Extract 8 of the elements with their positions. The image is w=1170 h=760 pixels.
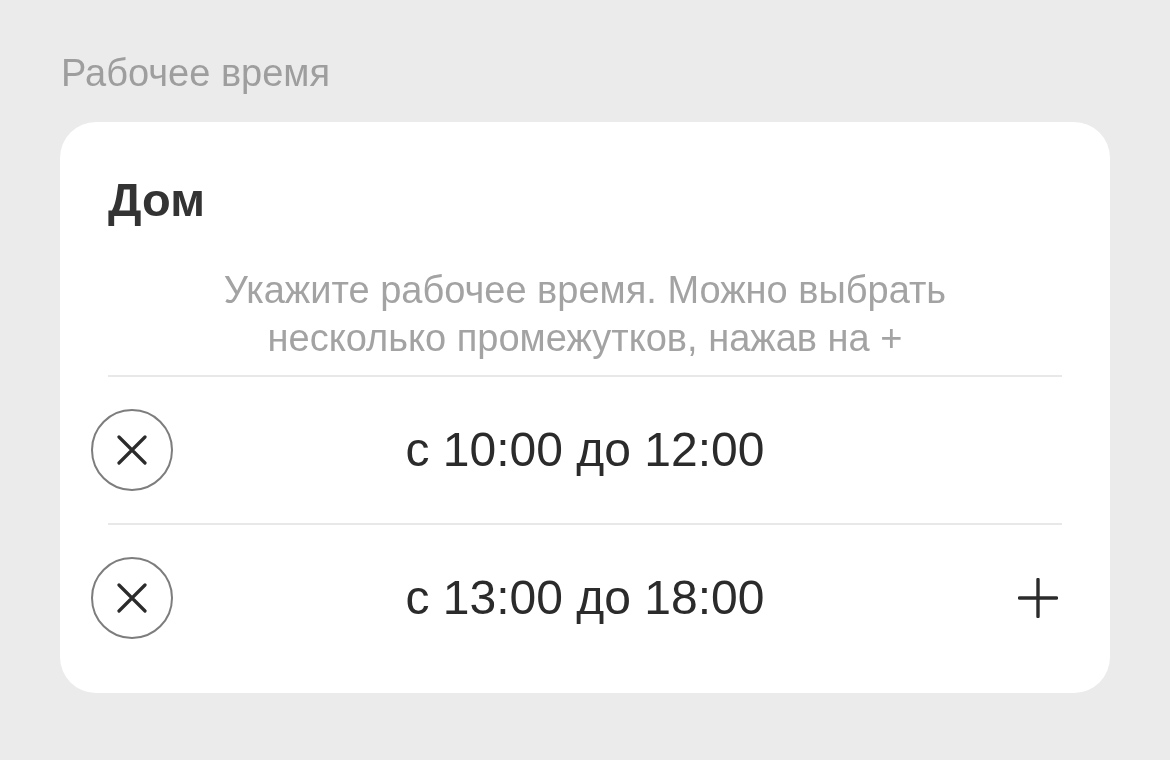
- close-icon: [117, 583, 147, 613]
- close-icon: [117, 435, 147, 465]
- section-title: Рабочее время: [60, 51, 331, 96]
- plus-icon[interactable]: [1018, 578, 1058, 618]
- time-interval[interactable]: с 13:00 до 18:00: [405, 570, 765, 626]
- hint-text: Укажите рабочее время. Можно выбрать несколько промежутков, нажав на +: [222, 268, 948, 361]
- card-title: Дом: [108, 176, 205, 224]
- time-interval[interactable]: с 10:00 до 12:00: [405, 422, 765, 478]
